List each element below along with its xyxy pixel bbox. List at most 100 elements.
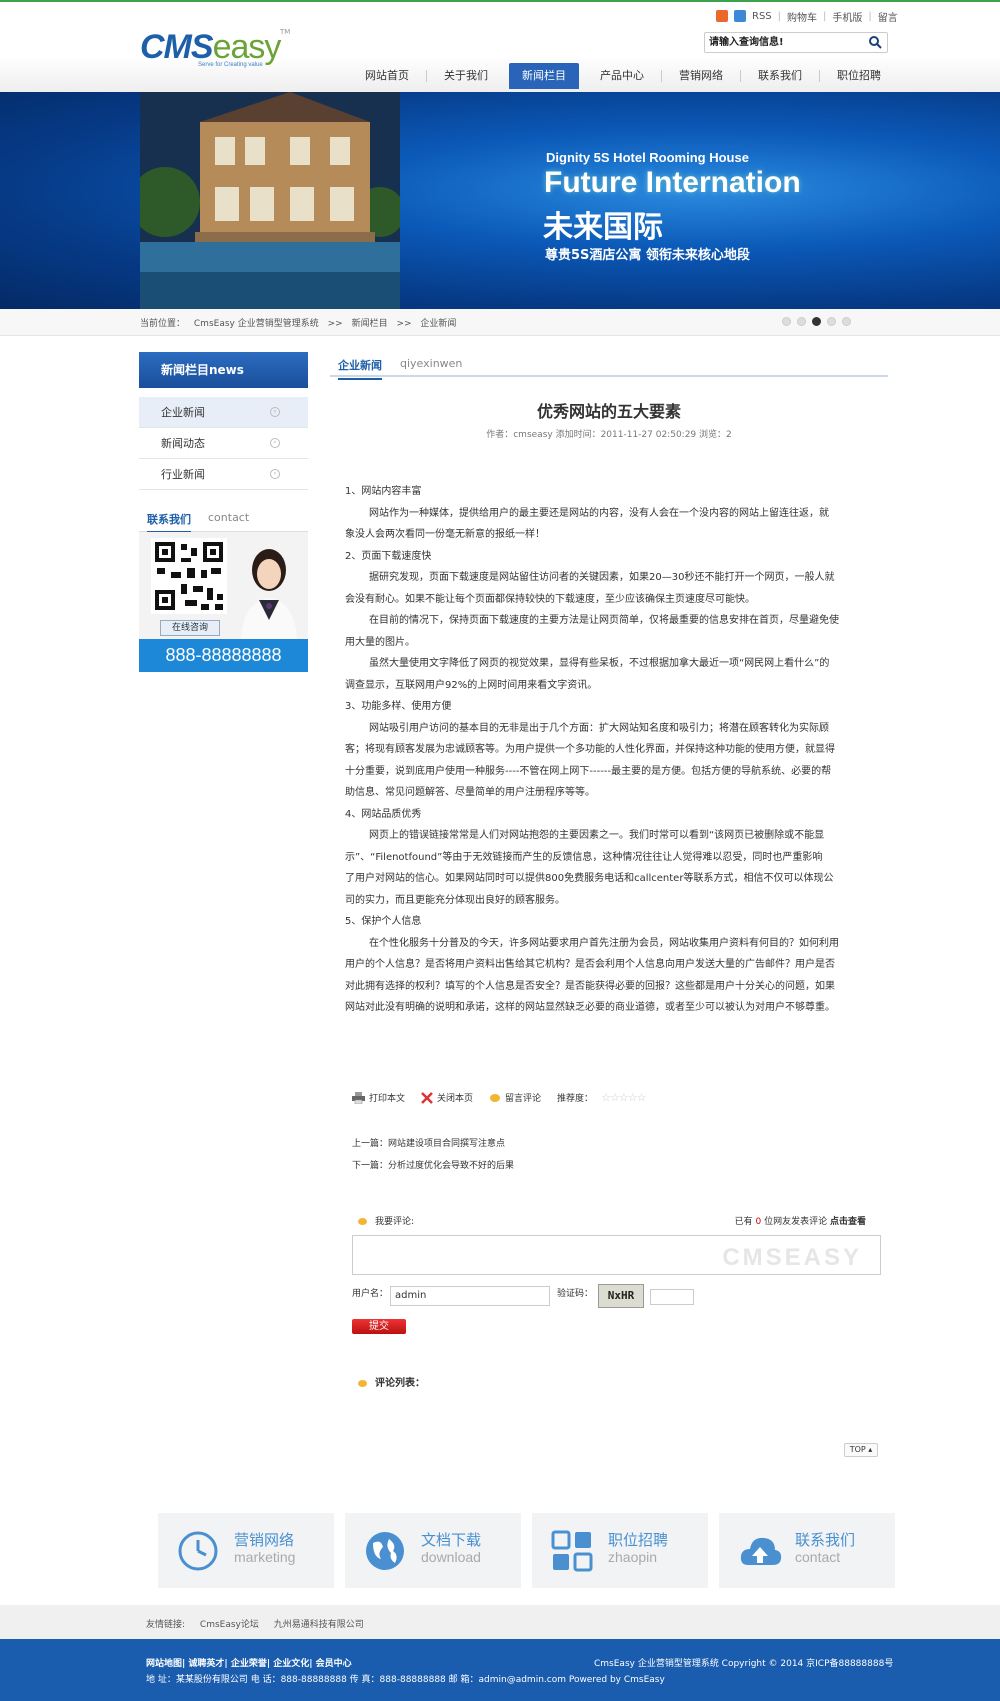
cart-link[interactable]: 购物车 (787, 9, 817, 24)
slide-dot[interactable] (827, 317, 836, 326)
footer-links[interactable]: 网站地图| 诚聘英才| 企业荣誉| 企业文化| 会员中心 (146, 1656, 352, 1669)
article-paragraph: 了用户对网站的信心。如果网站同时可以提供800免费服务电话和callcenter… (345, 873, 834, 884)
close-page-button[interactable]: 关闭本页 (421, 1091, 473, 1104)
comment-button[interactable]: 留言评论 (489, 1091, 541, 1104)
top-label: TOP (849, 1445, 866, 1454)
contact-tabs: 联系我们 contact (139, 508, 308, 533)
article-paragraph: 5、保护个人信息 (345, 916, 422, 927)
nav-news[interactable]: 新闻栏目 (509, 63, 579, 89)
view-comments-link[interactable]: 点击查看 (830, 1217, 866, 1227)
sidebar-item-industry-news[interactable]: 行业新闻 › (139, 459, 308, 490)
captcha-image[interactable]: NxHR (598, 1284, 644, 1308)
rating-stars[interactable]: ☆☆☆☆☆ (601, 1091, 647, 1104)
captcha-label: 验证码： (557, 1289, 594, 1299)
footer-block-title: 联系我们 (795, 1531, 856, 1549)
rss-link[interactable]: RSS (752, 11, 772, 22)
online-consult-button[interactable]: 在线咨询 (160, 620, 220, 636)
submit-button[interactable]: 提交 (352, 1319, 406, 1334)
comment-textarea[interactable]: CMSEASY (352, 1235, 881, 1275)
next-article-link[interactable]: 下一篇：分析过度优化会导致不好的后果 (352, 1155, 514, 1177)
nav-about[interactable]: 关于我们 (427, 63, 505, 89)
prev-article-link[interactable]: 上一篇：网站建设项目合同撰写注意点 (352, 1133, 514, 1155)
article-paragraph: 对此拥有选择的权利？填写的个人信息是否安全？是否能获得必要的回报？这些都是用户十… (345, 980, 835, 992)
comment-count-number: 0 (755, 1217, 762, 1227)
comment-watermark: CMSEASY (722, 1244, 862, 1271)
breadcrumb-separator: >> (327, 319, 343, 329)
username-label: 用户名： (352, 1289, 389, 1299)
footer-block-download[interactable]: 文档下载 download (345, 1513, 521, 1588)
slide-dot[interactable] (842, 317, 851, 326)
footer-address: 地 址：某某股份有限公司 电 话：888-88888888 传 真：888-88… (146, 1675, 665, 1685)
friend-link[interactable]: CmsEasy论坛 (200, 1620, 259, 1630)
footer-block-marketing[interactable]: 营销网络 marketing (158, 1513, 334, 1588)
article-paragraph: 据研究发现，页面下载速度是网站留住访问者的关键因素，如果20—30秒还不能打开一… (369, 572, 835, 583)
breadcrumb-news[interactable]: 新闻栏目 (352, 319, 388, 329)
article-body: 1、网站内容丰富 网站作为一种媒体，提供给用户的最主要还是网站的内容，没有人会在一… (345, 481, 875, 1019)
friend-link[interactable]: 九州易通科技有限公司 (274, 1620, 364, 1630)
rss-feed-icon[interactable] (716, 10, 728, 22)
top-links: RSS | 购物车 | 手机版 | 留言 (716, 8, 898, 24)
banner-tagline: 尊贵5S酒店公寓 领衔未来核心地段 (545, 248, 750, 263)
banner-subtitle: Dignity 5S Hotel Rooming House (546, 150, 749, 165)
sidebar-item-company-news[interactable]: 企业新闻 › (139, 397, 308, 428)
nav-marketing[interactable]: 营销网络 (662, 63, 740, 89)
comment-count-prefix: 已有 (734, 1217, 753, 1227)
nav-jobs[interactable]: 职位招聘 (820, 63, 898, 89)
footer-block-title: 文档下载 (421, 1531, 482, 1549)
article-paragraph: 网站吸引用户访问的基本目的无非是出于几个方面：扩大网站知名度和吸引力；将潜在顾客… (369, 722, 829, 734)
comment-list-title: 评论列表： (358, 1374, 425, 1389)
close-label: 关闭本页 (437, 1094, 474, 1104)
customer-service-avatar (241, 549, 297, 639)
article-paragraph: 在目前的情况下，保持页面下载速度的主要方法是让网页简单，仅将最重要的信息安排在首… (369, 615, 839, 626)
breadcrumb-home[interactable]: CmsEasy 企业营销型管理系统 (194, 319, 319, 329)
article-paragraph: 网站作为一种媒体，提供给用户的最主要还是网站的内容，没有人会在一个没内容的网站上… (369, 507, 829, 519)
footer-block-contact[interactable]: 联系我们 contact (719, 1513, 895, 1588)
clock-icon (178, 1531, 218, 1571)
tab-contact-en: contact (208, 511, 250, 524)
comment-count-suffix: 位网友发表评论 (764, 1217, 828, 1227)
star-icon[interactable]: ☆ (628, 1091, 638, 1104)
comment-header: 我要评论: 已有 0 位网友发表评论 点击查看 (358, 1214, 866, 1227)
slide-dot-active[interactable] (812, 317, 821, 326)
cloud-upload-icon (740, 1537, 782, 1565)
back-to-top-button[interactable]: TOP ▴ (844, 1443, 878, 1457)
breadcrumb-current[interactable]: 企业新闻 (420, 319, 456, 329)
sidebar-item-label: 行业新闻 (161, 468, 205, 481)
search-input[interactable] (709, 35, 859, 50)
star-icon[interactable]: ☆ (637, 1091, 647, 1104)
breadcrumb-prefix: 当前位置： (140, 319, 186, 329)
print-button[interactable]: 打印本文 (352, 1091, 405, 1104)
guestbook-link[interactable]: 留言 (878, 9, 898, 24)
footer-block-jobs[interactable]: 职位招聘 zhaopin (532, 1513, 708, 1588)
mobile-icon[interactable] (734, 10, 746, 22)
slide-dot[interactable] (797, 317, 806, 326)
comment-form-row: 用户名： 验证码： (352, 1286, 593, 1299)
footer-block-subtitle: zhaopin (608, 1549, 658, 1565)
print-label: 打印本文 (369, 1094, 406, 1104)
star-icon[interactable]: ☆ (610, 1091, 620, 1104)
chevron-right-icon: › (270, 438, 280, 448)
star-icon[interactable]: ☆ (601, 1091, 611, 1104)
username-input[interactable]: admin (390, 1286, 550, 1306)
sidebar-item-news-updates[interactable]: 新闻动态 › (139, 428, 308, 459)
tab-company-news[interactable]: 企业新闻 (338, 357, 382, 380)
nav-home[interactable]: 网站首页 (348, 63, 426, 89)
chevron-right-icon: › (270, 407, 280, 417)
slide-dot[interactable] (782, 317, 791, 326)
tab-contact[interactable]: 联系我们 (147, 511, 191, 533)
site-logo[interactable]: CMSeasy TM Serve for Creating value (140, 28, 290, 68)
main-nav: 网站首页 关于我们 新闻栏目 产品中心 营销网络 联系我们 职位招聘 (348, 63, 898, 89)
search-icon[interactable] (868, 35, 882, 49)
star-icon[interactable]: ☆ (619, 1091, 629, 1104)
hero-banner[interactable]: Dignity 5S Hotel Rooming House Future In… (0, 92, 1000, 309)
mobile-link[interactable]: 手机版 (832, 9, 862, 24)
article-title: 优秀网站的五大要素 (536, 402, 681, 421)
submit-label: 提交 (369, 1321, 389, 1332)
nav-products[interactable]: 产品中心 (583, 63, 661, 89)
close-icon (421, 1091, 433, 1104)
sidebar-title: 新闻栏目news (139, 352, 308, 388)
nav-contact[interactable]: 联系我们 (741, 63, 819, 89)
comment-count: 已有 0 位网友发表评论 点击查看 (735, 1214, 866, 1227)
logo-slogan: Serve for Creating value (198, 62, 263, 68)
captcha-input[interactable] (650, 1289, 694, 1305)
